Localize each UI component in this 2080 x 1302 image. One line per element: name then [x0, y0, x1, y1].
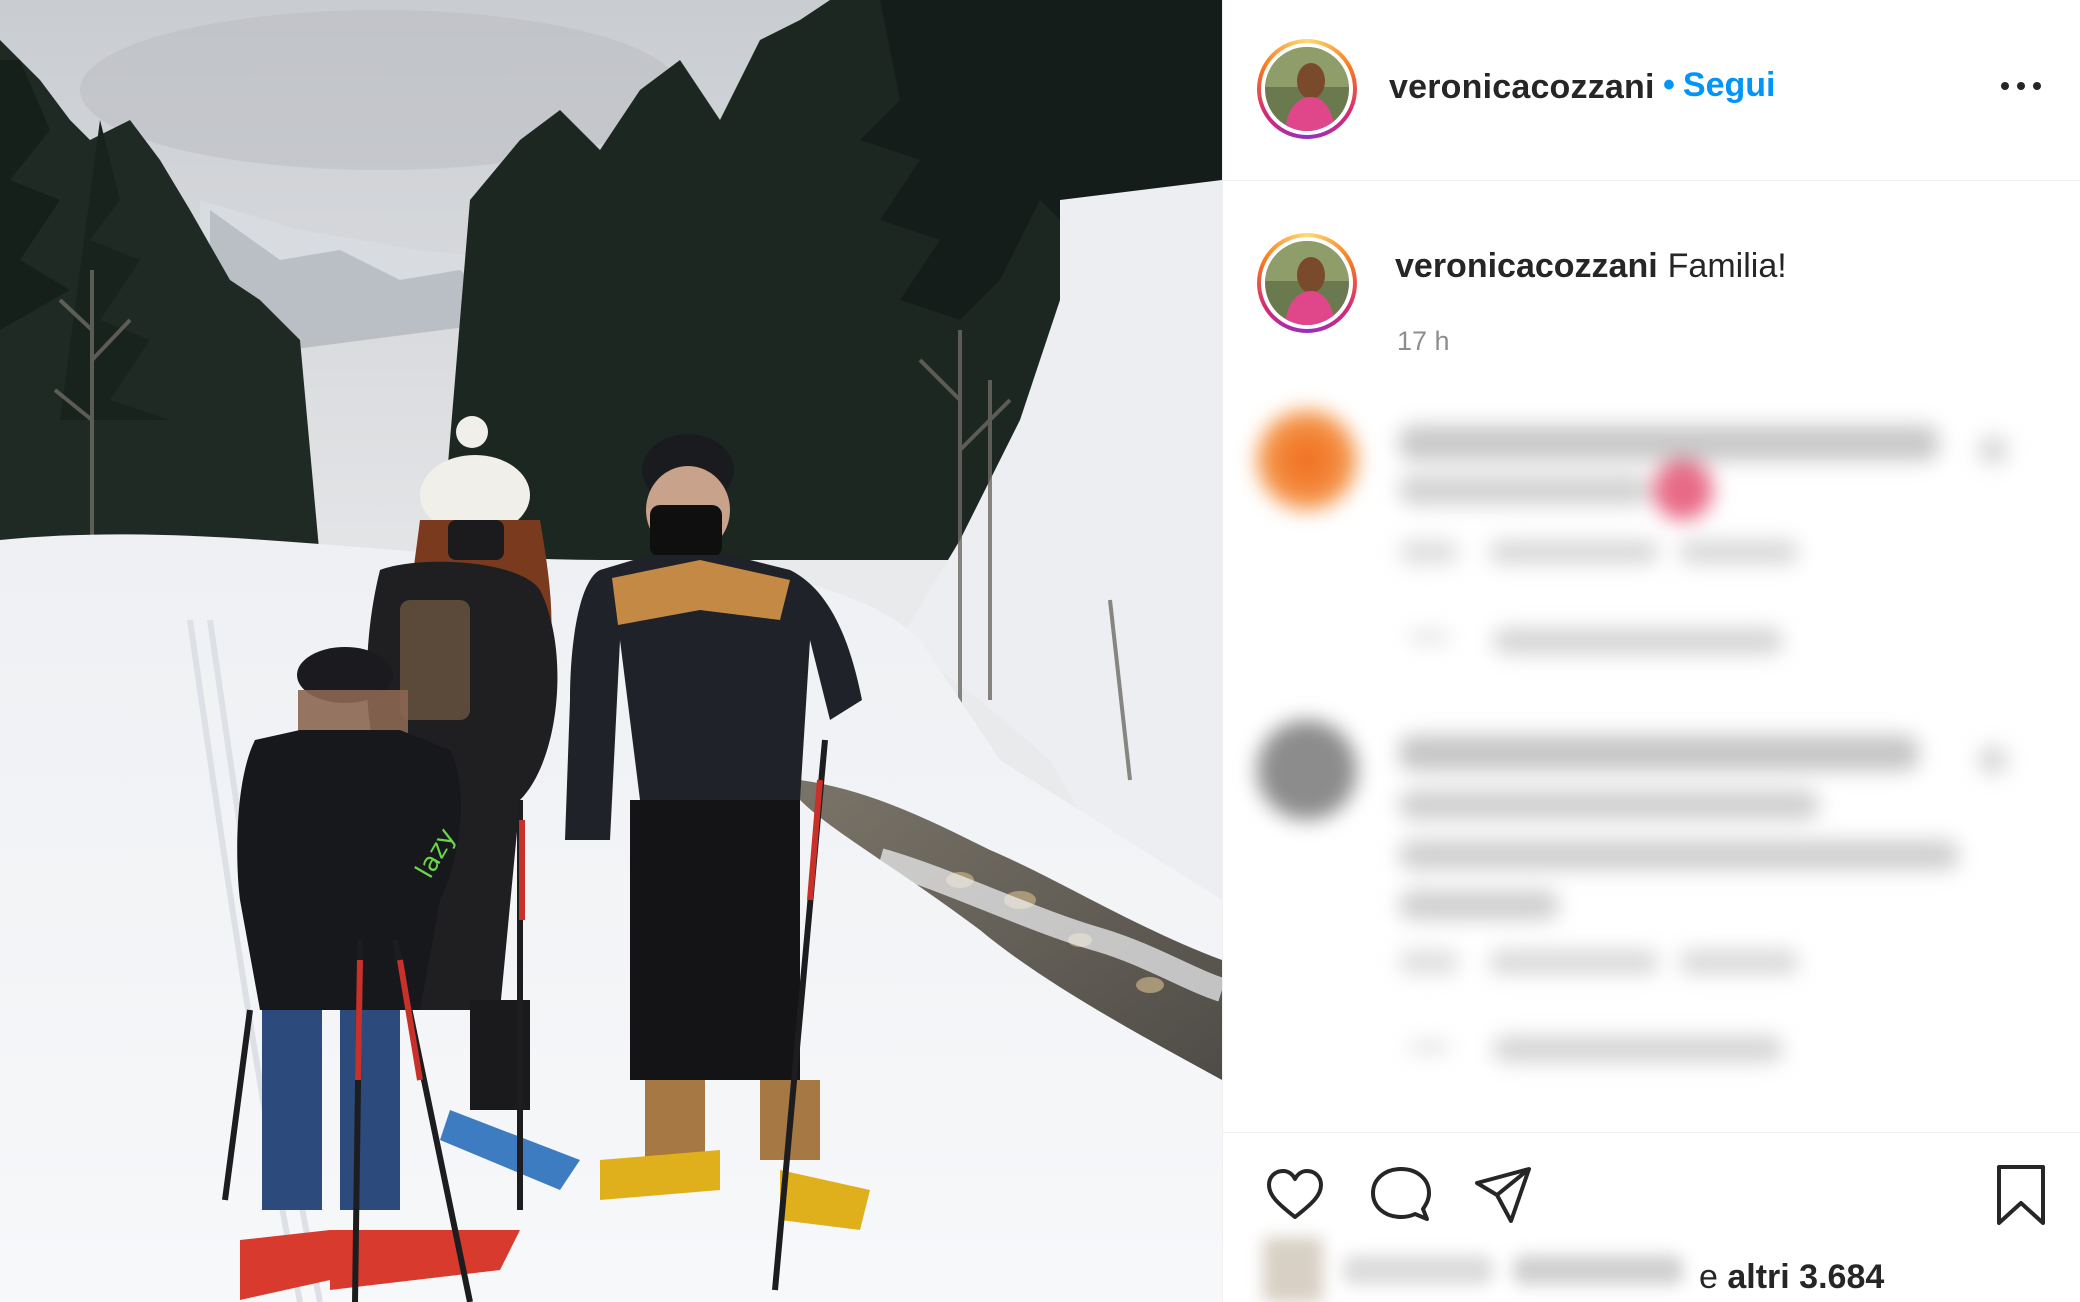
follow-button[interactable]: • Segui: [1663, 66, 1775, 105]
share-icon[interactable]: [1471, 1163, 1535, 1227]
caption-username[interactable]: veronicacozzani: [1395, 247, 1658, 285]
follow-label: Segui: [1682, 66, 1776, 104]
likes-count[interactable]: e altri 3.684: [1699, 1258, 1884, 1297]
comment-emoji: [1653, 460, 1713, 520]
comment-meta: [1409, 1042, 1449, 1052]
comment-line: [1399, 890, 1559, 920]
caption-text: Familia!: [1667, 247, 1787, 285]
comment-meta: [1489, 950, 1659, 974]
likes-label: altri 3.684: [1727, 1258, 1885, 1296]
comment-like-icon: [1978, 435, 2008, 465]
post-header: veronicacozzani • Segui: [1223, 0, 2080, 181]
comment-meta: [1399, 950, 1459, 974]
comment-meta: [1493, 1036, 1783, 1062]
bookmark-icon[interactable]: [1989, 1163, 2053, 1227]
comment-line: [1399, 425, 1939, 461]
snow-hike-photo: lazy: [0, 0, 1222, 1302]
comment-line: [1399, 840, 1959, 870]
caption: veronicacozzani Familia!: [1395, 247, 1787, 286]
comment-avatar-2: [1257, 720, 1357, 820]
more-horizontal-icon[interactable]: [2001, 76, 2041, 96]
comment-avatar-1: [1257, 410, 1357, 510]
caption-avatar-image: [1265, 241, 1349, 325]
post-timestamp[interactable]: 17 h: [1397, 326, 1450, 357]
comment-line: [1399, 735, 1919, 771]
follow-separator: •: [1663, 66, 1675, 104]
instagram-post-view: lazy veronicacozzani • Segui veronicacoz…: [0, 0, 2080, 1302]
comment-meta: [1399, 540, 1459, 564]
post-photo[interactable]: lazy: [0, 0, 1222, 1302]
comment-meta: [1679, 950, 1799, 974]
comment-like-icon: [1978, 745, 2008, 775]
comment-meta: [1409, 632, 1449, 642]
likes-prefix: e: [1699, 1258, 1718, 1296]
post-actions: [1223, 1132, 2080, 1302]
comment-meta: [1489, 540, 1659, 564]
author-username[interactable]: veronicacozzani: [1389, 68, 1655, 107]
author-avatar[interactable]: [1257, 39, 1357, 139]
comment-line: [1399, 790, 1819, 820]
avatar-image: [1265, 47, 1349, 131]
heart-icon[interactable]: [1263, 1163, 1327, 1227]
post-side-panel: veronicacozzani • Segui veronicacozzani …: [1222, 0, 2080, 1302]
comment-meta: [1679, 540, 1799, 564]
caption-avatar[interactable]: [1257, 233, 1357, 333]
comment-line: [1399, 475, 1649, 505]
comment-meta: [1493, 628, 1783, 654]
likers-blurred: [1263, 1237, 1693, 1302]
comment-icon[interactable]: [1369, 1163, 1433, 1227]
comments-blurred: [1223, 390, 2080, 1130]
